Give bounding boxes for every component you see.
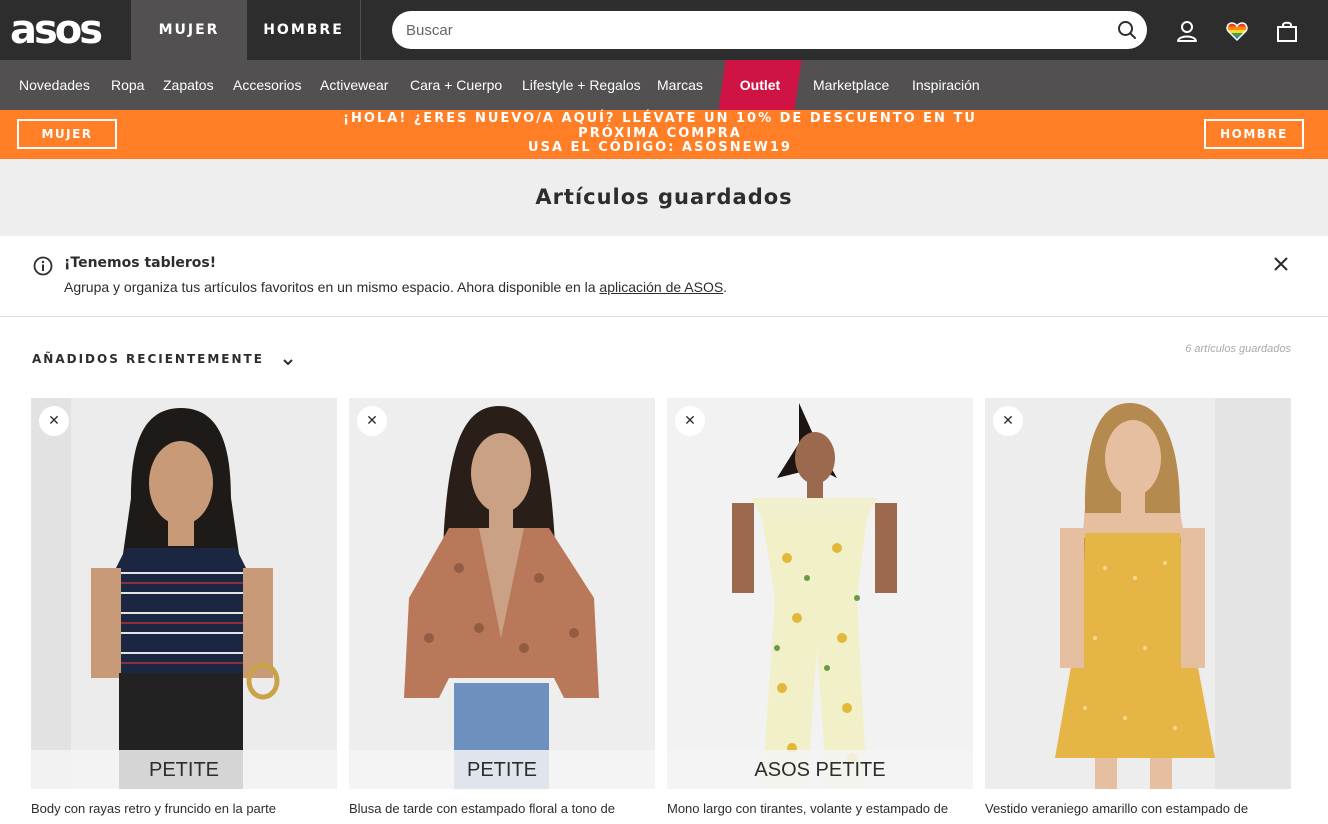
promo-mujer-button[interactable]: MUJER xyxy=(17,119,117,149)
nav-zapatos[interactable]: Zapatos xyxy=(163,60,214,110)
info-icon xyxy=(33,256,53,276)
promo-hombre-button[interactable]: HOMBRE xyxy=(1204,119,1304,149)
product-card[interactable]: ✕ ASOS PETITE Mono largo con tirantes, v… xyxy=(667,398,973,824)
tab-hombre[interactable]: HOMBRE xyxy=(247,0,361,60)
product-image[interactable]: ✕ PETITE xyxy=(349,398,655,789)
page-header: Artículos guardados xyxy=(0,159,1328,236)
product-photo xyxy=(667,398,973,789)
close-icon[interactable]: ✕ xyxy=(675,406,705,436)
product-badge: ASOS PETITE xyxy=(667,750,973,789)
chevron-down-icon[interactable] xyxy=(281,355,295,369)
product-badge: PETITE xyxy=(31,750,337,789)
notice-body: Agrupa y organiza tus artículos favorito… xyxy=(64,279,600,295)
account-icon[interactable] xyxy=(1175,19,1199,43)
close-icon[interactable]: ✕ xyxy=(39,406,69,436)
product-image[interactable]: ✕ ASOS PETITE xyxy=(667,398,973,789)
nav-inspiracion[interactable]: Inspiración xyxy=(912,60,980,110)
notice-title: ¡Tenemos tableros! xyxy=(64,255,217,271)
asos-logo[interactable]: asos xyxy=(10,9,103,51)
promo-line-3: USA EL CÓDIGO: ASOSNEW19 xyxy=(528,140,792,155)
product-description[interactable]: Blusa de tarde con estampado floral a to… xyxy=(349,801,655,816)
heart-icon[interactable] xyxy=(1225,19,1249,43)
nav-lifestyle-regalos[interactable]: Lifestyle + Regalos xyxy=(522,60,641,110)
notice-text: Agrupa y organiza tus artículos favorito… xyxy=(64,279,727,295)
remove-button[interactable]: ✕ xyxy=(39,406,69,436)
close-icon[interactable]: ✕ xyxy=(357,406,387,436)
bag-icon[interactable] xyxy=(1275,19,1299,43)
nav-outlet[interactable]: Outlet xyxy=(722,60,798,110)
product-photo xyxy=(985,398,1291,789)
remove-button[interactable]: ✕ xyxy=(357,406,387,436)
nav-accesorios[interactable]: Accesorios xyxy=(233,60,301,110)
promo-line-1: ¡HOLA! ¿ERES NUEVO/A AQUÍ? LLÉVATE UN 10… xyxy=(343,111,977,126)
top-bar: asos MUJER HOMBRE xyxy=(0,0,1328,60)
search-icon[interactable] xyxy=(1117,20,1137,40)
product-card[interactable]: ✕ PETITE Blusa de tarde con estampado fl… xyxy=(349,398,655,824)
nav-activewear[interactable]: Activewear xyxy=(320,60,388,110)
tab-mujer[interactable]: MUJER xyxy=(131,0,247,60)
saved-count: 6 artículos guardados xyxy=(1185,343,1291,355)
product-badge: PETITE xyxy=(349,750,655,789)
product-card[interactable]: ✕ Vestido veraniego amarillo con estampa… xyxy=(985,398,1291,824)
nav-cara-cuerpo[interactable]: Cara + Cuerpo xyxy=(410,60,502,110)
promo-line-2: PRÓXIMA COMPRA xyxy=(578,125,742,141)
promo-banner: MUJER ¡HOLA! ¿ERES NUEVO/A AQUÍ? LLÉVATE… xyxy=(0,110,1328,159)
search-input[interactable] xyxy=(406,11,1096,49)
product-description[interactable]: Vestido veraniego amarillo con estampado… xyxy=(985,801,1291,816)
nav-novedades[interactable]: Novedades xyxy=(19,60,90,110)
boards-notice: ¡Tenemos tableros! Agrupa y organiza tus… xyxy=(0,236,1328,317)
close-icon[interactable] xyxy=(1271,254,1291,274)
remove-button[interactable]: ✕ xyxy=(675,406,705,436)
product-description[interactable]: Body con rayas retro y fruncido en la pa… xyxy=(31,801,337,816)
asos-app-link[interactable]: aplicación de ASOS xyxy=(599,279,723,295)
nav-marketplace[interactable]: Marketplace xyxy=(813,60,889,110)
product-card[interactable]: ✕ PETITE Body con rayas retro y fruncido… xyxy=(31,398,337,824)
product-image[interactable]: ✕ xyxy=(985,398,1291,789)
product-photo xyxy=(349,398,655,789)
notice-suffix: . xyxy=(723,279,728,295)
nav-marcas[interactable]: Marcas xyxy=(657,60,703,110)
sort-dropdown[interactable]: AÑADIDOS RECIENTEMENTE xyxy=(32,352,264,366)
close-icon[interactable]: ✕ xyxy=(993,406,1023,436)
product-photo xyxy=(31,398,337,789)
remove-button[interactable]: ✕ xyxy=(993,406,1023,436)
promo-text[interactable]: ¡HOLA! ¿ERES NUEVO/A AQUÍ? LLÉVATE UN 10… xyxy=(330,111,990,156)
search-box xyxy=(392,11,1147,49)
product-image[interactable]: ✕ PETITE xyxy=(31,398,337,789)
category-nav: Novedades Ropa Zapatos Accesorios Active… xyxy=(0,60,1328,110)
page-title: Artículos guardados xyxy=(535,185,793,209)
nav-ropa[interactable]: Ropa xyxy=(111,60,144,110)
product-description[interactable]: Mono largo con tirantes, volante y estam… xyxy=(667,801,973,816)
